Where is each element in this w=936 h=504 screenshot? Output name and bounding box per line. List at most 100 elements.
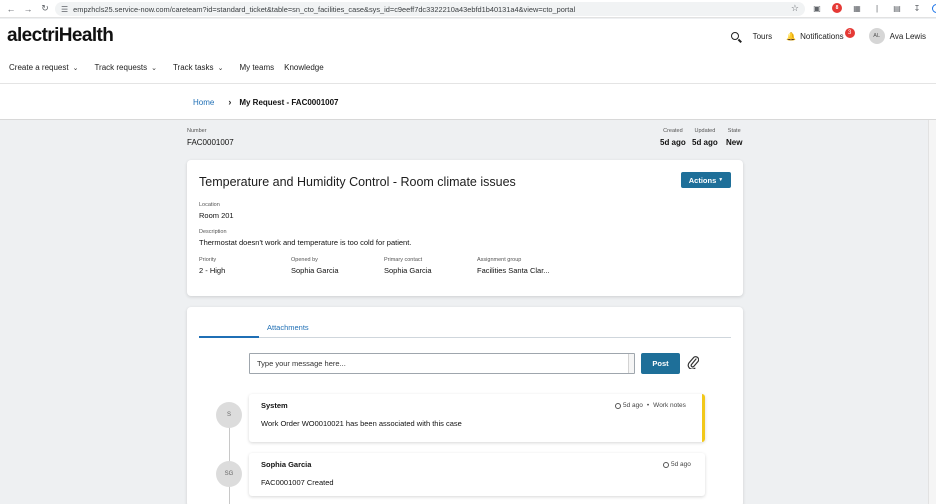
activity-stream-card: Attachments Type your message here... Po… (187, 307, 743, 504)
forward-icon[interactable]: → (22, 3, 34, 15)
nav-track-tasks[interactable]: Track tasks ⌄ (173, 63, 223, 72)
extension-badge-icon[interactable]: 8 (832, 3, 842, 13)
screenshot-extension-icon[interactable]: ▣ (812, 3, 822, 13)
opened-by-value: Sophia Garcia (291, 266, 339, 275)
priority-label: Priority (199, 257, 217, 263)
breadcrumb-current: My Request - FAC0001007 (239, 97, 339, 107)
notifications-label: Notifications (800, 31, 844, 41)
paperclip-icon[interactable] (687, 355, 699, 369)
primary-contact-label: Primary contact (384, 257, 423, 263)
reload-icon[interactable]: ↻ (39, 3, 51, 15)
page-scrollbar[interactable] (928, 120, 936, 504)
browser-toolbar: ← → ↻ ☰ empzhcls25.service-now.com/caret… (0, 0, 936, 18)
tab-search-icon[interactable]: ▤ (892, 3, 902, 13)
chevron-right-icon: › (228, 97, 232, 107)
avatar: S (216, 402, 242, 428)
bookmark-star-icon[interactable]: ☆ (791, 3, 799, 14)
breadcrumb-home-link[interactable]: Home (193, 98, 214, 107)
puzzle-extensions-icon[interactable]: ▦ (852, 3, 862, 13)
back-icon[interactable]: ← (5, 3, 17, 15)
nav-label: Track requests (94, 63, 148, 72)
record-number: Number FAC0001007 (187, 128, 234, 147)
entry-time: 5d ago (671, 461, 691, 468)
priority-value: 2 - High (199, 266, 226, 275)
list-item: System 5d ago • Work notes Work Order WO… (249, 394, 705, 442)
tours-link[interactable]: Tours (753, 32, 773, 41)
entry-author: System (261, 401, 288, 410)
primary-contact-field: Primary contact Sophia Garcia (384, 257, 432, 275)
profile-icon[interactable] (932, 3, 936, 13)
user-menu[interactable]: AL Ava Lewis (868, 28, 926, 44)
location-label: Location (199, 202, 220, 208)
notification-count-badge: 3 (844, 28, 855, 38)
opened-by-label: Opened by (291, 257, 318, 263)
url-text: empzhcls25.service-now.com/careteam?id=s… (73, 4, 576, 14)
brand-logo[interactable]: alectriHealth (7, 25, 114, 47)
clock-icon (663, 461, 669, 468)
input-resize-edge (628, 354, 634, 373)
assignment-group-field: Assignment group Facilities Santa Clar..… (477, 257, 550, 275)
case-title: Temperature and Humidity Control - Room … (199, 175, 516, 189)
entry-tag: Work notes (653, 402, 686, 409)
breadcrumb: Home › My Request - FAC0001007 (193, 97, 339, 107)
primary-contact-value: Sophia Garcia (384, 266, 432, 275)
main-nav: Create a request ⌄ Track requests ⌄ Trac… (9, 63, 334, 72)
actions-label: Actions (688, 175, 717, 185)
chevron-down-icon: ⌄ (151, 64, 157, 72)
site-info-icon[interactable]: ☰ (61, 5, 68, 14)
priority-field: Priority 2 - High (199, 257, 225, 275)
actions-button[interactable]: Actions ▼ (681, 172, 731, 188)
record-created: Created 5d ago (660, 128, 686, 147)
description-field: Description Thermostat doesn't work and … (199, 229, 411, 247)
download-icon[interactable]: ↧ (912, 3, 922, 13)
description-value: Thermostat doesn't work and temperature … (199, 238, 412, 247)
nav-label: Create a request (9, 63, 69, 72)
nav-create-request[interactable]: Create a request ⌄ (9, 63, 78, 72)
search-button[interactable] (730, 32, 739, 40)
record-updated: Updated 5d ago (692, 128, 718, 147)
assignment-group-value: Facilities Santa Clar... (477, 266, 550, 275)
caret-down-icon: ▼ (718, 177, 724, 183)
opened-by-field: Opened by Sophia Garcia (291, 257, 339, 275)
tab-activity[interactable] (199, 336, 259, 338)
assignment-group-label: Assignment group (477, 257, 522, 263)
state-value: New (726, 138, 743, 147)
list-item: Sophia Garcia 5d ago FAC0001007 Created (249, 453, 705, 496)
chevron-down-icon: ⌄ (72, 64, 79, 72)
entry-text: Work Order WO0010021 has been associated… (261, 419, 462, 428)
clock-icon (615, 402, 621, 409)
avatar: SG (216, 461, 242, 487)
description-label: Description (199, 229, 227, 235)
message-placeholder: Type your message here... (257, 359, 346, 368)
post-button[interactable]: Post (641, 353, 680, 374)
nav-knowledge[interactable]: Knowledge (284, 63, 324, 72)
chevron-down-icon: ⌄ (217, 64, 224, 72)
nav-track-requests[interactable]: Track requests ⌄ (94, 63, 156, 72)
window-divider-icon: | (875, 3, 879, 13)
number-label: Number (187, 128, 207, 134)
stream-tabs: Attachments (199, 321, 731, 338)
avatar: AL (868, 28, 885, 44)
updated-value: 5d ago (692, 138, 718, 147)
message-input[interactable]: Type your message here... (249, 353, 635, 374)
record-state: State New (726, 128, 742, 147)
notifications-button[interactable]: 🔔 Notifications 3 (786, 28, 855, 41)
header-utilities: Tours 🔔 Notifications 3 AL Ava Lewis (717, 28, 926, 44)
created-value: 5d ago (660, 138, 686, 147)
search-icon (730, 32, 739, 40)
entry-time: 5d ago (623, 402, 643, 409)
address-bar[interactable]: ☰ empzhcls25.service-now.com/careteam?id… (55, 2, 805, 16)
portal-header: alectriHealth Tours 🔔 Notifications 3 AL… (0, 19, 936, 84)
extension-icons: ▣ 8 ▦ | ▤ ↧ ⋮ (812, 3, 936, 13)
separator-dot: • (646, 402, 650, 409)
entry-text: FAC0001007 Created (261, 478, 334, 487)
location-field: Location Room 201 (199, 202, 234, 220)
entry-author: Sophia Garcia (261, 460, 312, 469)
nav-my-teams[interactable]: My teams (239, 63, 274, 72)
bell-icon: 🔔 (786, 31, 797, 41)
breadcrumb-bar: Home › My Request - FAC0001007 (0, 84, 936, 120)
number-value: FAC0001007 (187, 138, 234, 147)
tab-attachments[interactable]: Attachments (267, 323, 309, 332)
updated-label: Updated (694, 128, 716, 134)
nav-label: Track tasks (172, 63, 214, 72)
